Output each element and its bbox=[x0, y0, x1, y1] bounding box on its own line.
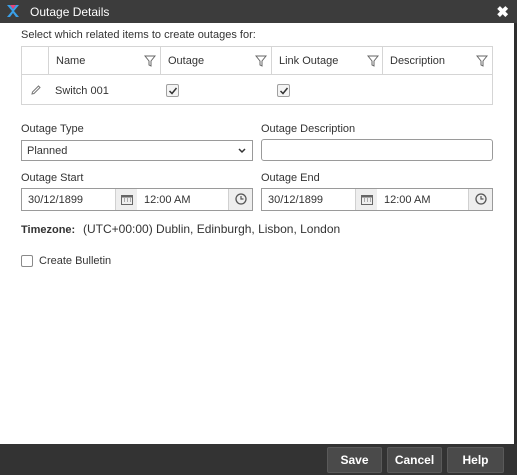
app-logo-icon bbox=[6, 4, 20, 18]
related-items-grid: Name Outage Link Outage Description Swit… bbox=[21, 46, 493, 105]
close-icon[interactable]: ✖ bbox=[496, 3, 509, 21]
filter-icon[interactable] bbox=[255, 55, 267, 67]
calendar-icon[interactable] bbox=[115, 189, 137, 210]
outage-checkbox[interactable] bbox=[166, 84, 179, 97]
filter-icon[interactable] bbox=[367, 55, 379, 67]
grid-caption: Select which related items to create out… bbox=[21, 29, 256, 41]
outage-description-label: Outage Description bbox=[261, 123, 356, 135]
outage-type-select[interactable]: Planned bbox=[21, 140, 253, 161]
outage-start-picker: 30/12/1899 12:00 AM bbox=[21, 188, 253, 211]
outage-start-time[interactable]: 12:00 AM bbox=[144, 194, 190, 206]
column-header-description[interactable]: Description bbox=[382, 47, 492, 75]
outage-end-picker: 30/12/1899 12:00 AM bbox=[261, 188, 493, 211]
outage-description-input[interactable] bbox=[261, 139, 493, 161]
filter-icon[interactable] bbox=[144, 55, 156, 67]
create-bulletin-label[interactable]: Create Bulletin bbox=[39, 255, 111, 267]
cancel-button[interactable]: Cancel bbox=[387, 447, 442, 473]
outage-type-value: Planned bbox=[27, 145, 68, 157]
dialog-footer: Save Cancel Help bbox=[0, 444, 517, 475]
create-bulletin-checkbox[interactable] bbox=[21, 255, 33, 267]
table-row[interactable]: Switch 001 bbox=[22, 76, 492, 104]
link-outage-checkbox[interactable] bbox=[277, 84, 290, 97]
outage-start-date[interactable]: 30/12/1899 bbox=[28, 194, 83, 206]
clock-icon[interactable] bbox=[228, 189, 252, 210]
outage-end-label: Outage End bbox=[261, 172, 320, 184]
grid-header: Name Outage Link Outage Description bbox=[22, 47, 492, 75]
save-button[interactable]: Save bbox=[327, 447, 382, 473]
outage-end-date[interactable]: 30/12/1899 bbox=[268, 194, 323, 206]
title-bar: Outage Details ✖ bbox=[0, 0, 517, 23]
column-header-outage[interactable]: Outage bbox=[160, 47, 271, 75]
outage-end-time[interactable]: 12:00 AM bbox=[384, 194, 430, 206]
outage-start-label: Outage Start bbox=[21, 172, 84, 184]
help-button[interactable]: Help bbox=[447, 447, 504, 473]
pencil-icon[interactable] bbox=[30, 84, 42, 96]
column-header-link-outage[interactable]: Link Outage bbox=[271, 47, 383, 75]
filter-icon[interactable] bbox=[476, 55, 488, 67]
column-label: Description bbox=[390, 55, 446, 67]
timezone-value: (UTC+00:00) Dublin, Edinburgh, Lisbon, L… bbox=[83, 222, 341, 236]
column-label: Name bbox=[56, 55, 86, 67]
chevron-down-icon bbox=[238, 148, 246, 154]
timezone-label: Timezone: bbox=[21, 224, 76, 236]
column-label: Outage bbox=[168, 55, 205, 67]
calendar-icon[interactable] bbox=[355, 189, 377, 210]
column-label: Link Outage bbox=[279, 55, 339, 67]
window-title: Outage Details bbox=[30, 5, 110, 19]
row-name: Switch 001 bbox=[55, 85, 109, 97]
clock-icon[interactable] bbox=[468, 189, 492, 210]
outage-type-label: Outage Type bbox=[21, 123, 84, 135]
column-header-name[interactable]: Name bbox=[48, 47, 160, 75]
